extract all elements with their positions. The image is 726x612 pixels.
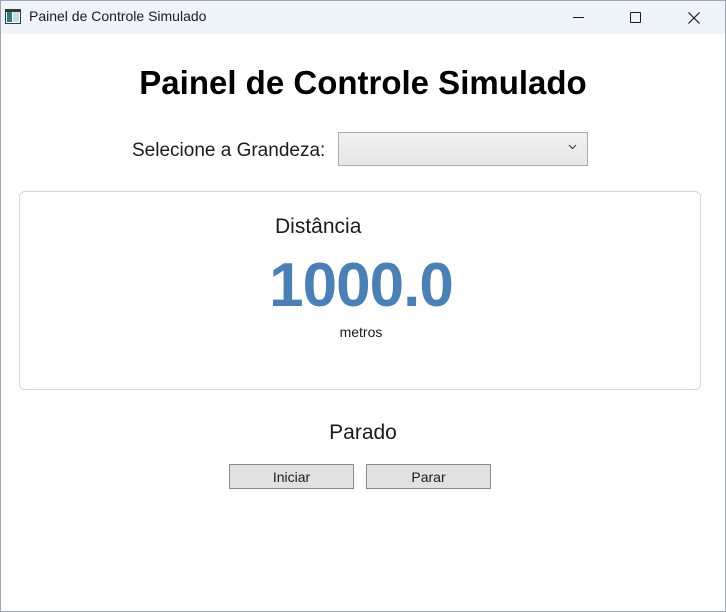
page-title: Painel de Controle Simulado [139,64,587,101]
start-button[interactable]: Iniciar [229,464,354,489]
minimize-button[interactable] [555,1,601,34]
title-bar[interactable]: Painel de Controle Simulado [1,1,725,34]
status-text: Parado [329,421,397,444]
close-icon [688,11,700,24]
quantity-select[interactable] [338,132,588,166]
window-title: Painel de Controle Simulado [29,8,207,24]
stop-button[interactable]: Parar [366,464,491,489]
window-app-icon [5,9,21,24]
chevron-down-icon [568,144,577,150]
quantity-selector-label: Selecione a Grandeza: [132,140,326,161]
app-window: Painel de Controle Simulado Painel de Co… [0,0,726,612]
close-button[interactable] [671,1,717,34]
minimize-icon [572,17,584,18]
measurement-panel: Distância 1000.0 metros [19,191,701,390]
maximize-button[interactable] [612,1,658,34]
quantity-value: 1000.0 [269,251,454,320]
maximize-icon [629,12,641,23]
quantity-unit: metros [339,324,383,340]
quantity-name: Distância [275,215,362,238]
